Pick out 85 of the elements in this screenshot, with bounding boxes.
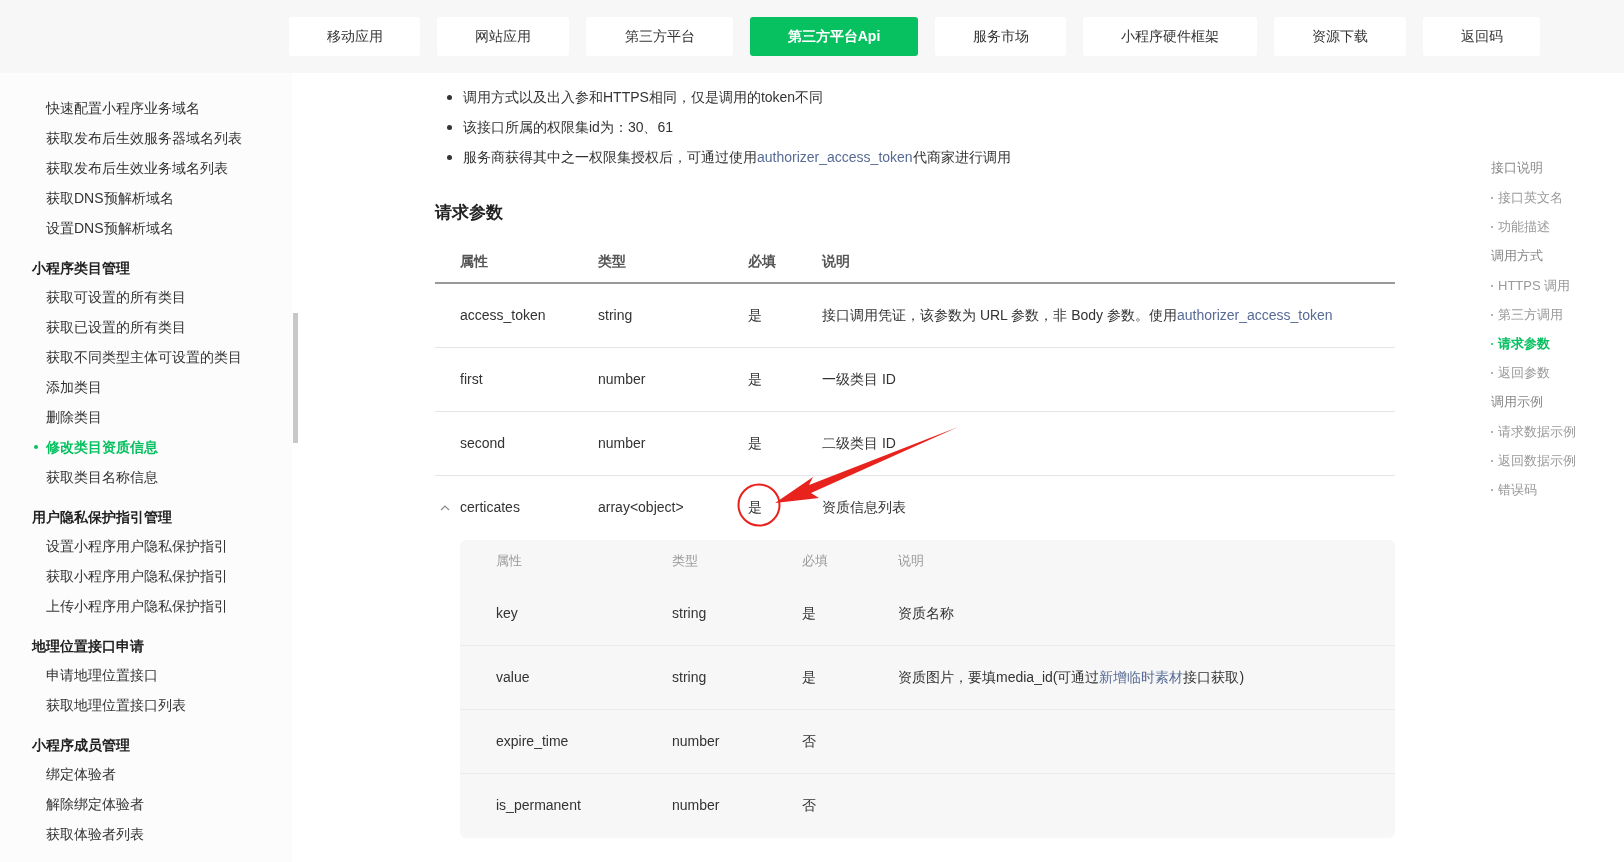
table-cell: 资质名称: [898, 604, 954, 621]
sidebar-item[interactable]: 申请地理位置接口: [46, 664, 158, 686]
column-header: 属性: [459, 252, 489, 271]
toc-heading[interactable]: 调用方式: [1491, 241, 1576, 271]
table-cell-text: number: [598, 433, 647, 453]
doc-link[interactable]: 新增临时素材: [1099, 668, 1184, 685]
sidebar-item[interactable]: 获取发布后生效服务器域名列表: [46, 127, 242, 149]
toc-heading[interactable]: 调用示例: [1491, 387, 1576, 417]
nav-tab[interactable]: 第三方平台: [586, 17, 733, 56]
table-cell: 资质信息列表: [822, 499, 906, 515]
sidebar-item[interactable]: 设置小程序用户隐私保护指引: [46, 535, 228, 557]
table-cell-text: number: [672, 796, 721, 815]
table-cell-text: 是: [748, 433, 763, 453]
nav-tab[interactable]: 资源下载: [1274, 17, 1406, 56]
table-cell-text: number: [598, 369, 647, 389]
note-text: 服务商获得其中之一权限集授权后，可通过使用authorizer_access_token代商家进行调用: [463, 147, 1011, 167]
nav-tab[interactable]: 小程序硬件框架: [1083, 17, 1257, 56]
table-cell-text: 否: [802, 796, 817, 815]
sidebar-item[interactable]: 解除绑定体验者: [46, 793, 144, 815]
sidebar-item[interactable]: 获取小程序用户隐私保护指引: [46, 565, 228, 587]
bullet-icon: [447, 154, 452, 160]
column-header: 说明: [898, 551, 925, 570]
sidebar-item[interactable]: 设置DNS预解析域名: [46, 217, 174, 239]
sidebar-group-title: 地理位置接口申请: [30, 637, 145, 656]
column-header: 属性: [495, 551, 523, 570]
sidebar-item[interactable]: 获取不同类型主体可设置的类目: [46, 346, 242, 368]
column-header: 必填: [802, 551, 829, 570]
note-text: 该接口所属的权限集id为：30、61: [463, 117, 674, 137]
sidebar-item[interactable]: 快速配置小程序业务域名: [46, 97, 200, 119]
table-cell-text: second: [460, 433, 506, 453]
sidebar-item[interactable]: 添加类目: [46, 376, 102, 398]
chevron-icon[interactable]: [440, 504, 450, 511]
column-header: 类型: [598, 252, 627, 271]
table-cell-text: key: [495, 603, 519, 623]
sidebar-group-title: 小程序成员管理: [31, 736, 131, 755]
doc-link[interactable]: authorizer_access_token: [757, 148, 913, 165]
column-header: 说明: [822, 252, 851, 271]
table-cell-text: string: [672, 603, 708, 623]
nav-tab[interactable]: 服务市场: [935, 17, 1066, 56]
table-cell-text: 是: [802, 603, 817, 623]
table-cell-text: 是: [748, 369, 763, 389]
nav-tab[interactable]: 移动应用: [289, 17, 420, 56]
table-cell: 资质图片，要填media_id(可通过新增临时素材接口获取): [898, 668, 1245, 685]
table-cell: 一级类目 ID: [822, 370, 896, 387]
table-cell-text: 否: [802, 731, 817, 751]
table-cell-text: number: [672, 731, 721, 751]
table-cell-text: 是: [748, 498, 763, 517]
sidebar-item[interactable]: 绑定体验者: [46, 763, 116, 785]
bullet-icon: [447, 124, 452, 130]
sidebar-item[interactable]: 删除类目: [46, 406, 102, 428]
sidebar-item[interactable]: 获取DNS预解析域名: [46, 187, 174, 209]
sidebar-group-title: 用户隐私保护指引管理: [31, 508, 173, 527]
table-cell-text: is_permanent: [495, 796, 582, 815]
column-header: 必填: [748, 252, 777, 271]
toc-heading[interactable]: 接口说明: [1491, 153, 1576, 183]
sidebar-item[interactable]: 获取已设置的所有类目: [46, 316, 186, 338]
table-cell-text: expire_time: [495, 731, 570, 751]
table-cell-text: first: [460, 369, 483, 389]
sidebar-item[interactable]: 获取发布后生效业务域名列表: [46, 157, 228, 179]
table-cell-text: access_token: [460, 305, 546, 325]
nav-tab[interactable]: 返回码: [1423, 17, 1540, 56]
sidebar-item[interactable]: 获取可设置的所有类目: [46, 286, 186, 308]
sidebar-item[interactable]: 获取体验者列表: [46, 823, 144, 845]
note-text: 调用方式以及出入参和HTTPS相同，仅是调用的token不同: [463, 87, 824, 107]
table-cell-text: certicates: [460, 498, 520, 517]
table-cell-text: 是: [802, 667, 817, 687]
table-cell-text: string: [672, 667, 708, 687]
section-title: 请求参数: [435, 202, 504, 224]
table-cell-text: string: [598, 305, 634, 325]
sidebar-item[interactable]: 上传小程序用户隐私保护指引: [46, 595, 228, 617]
sidebar-item[interactable]: 获取类目名称信息: [46, 466, 158, 488]
table-cell-text: array<object>: [598, 498, 685, 517]
table-cell: 二级类目 ID: [822, 434, 896, 451]
nav-tab[interactable]: 网站应用: [437, 17, 569, 56]
table-cell-text: 是: [748, 305, 763, 325]
column-header: 类型: [672, 551, 699, 570]
scrollbar-thumb[interactable]: [293, 313, 298, 443]
bullet-icon: [34, 445, 38, 449]
sidebar-item[interactable]: 获取地理位置接口列表: [46, 694, 186, 716]
annotation-circle: [737, 483, 781, 527]
table-cell: 接口调用凭证，该参数为 URL 参数，非 Body 参数。使用authorizer_access_token: [822, 306, 1333, 323]
table-cell-text: value: [495, 667, 531, 687]
doc-link[interactable]: authorizer_access_token: [1176, 306, 1333, 323]
bullet-icon: [447, 94, 452, 100]
sidebar-group-title: 小程序类目管理: [31, 259, 131, 278]
